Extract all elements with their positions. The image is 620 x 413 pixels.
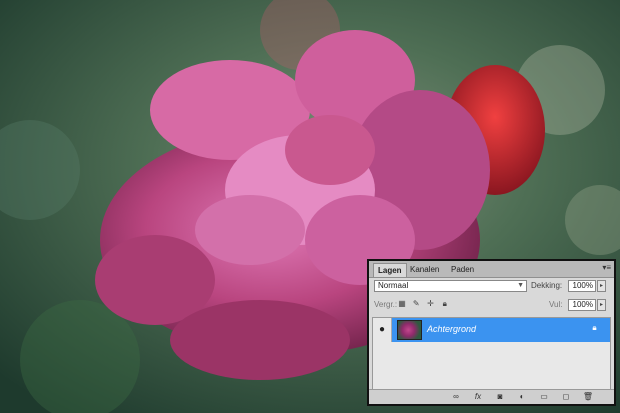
- layer-row[interactable]: ● Achtergrond 🔒︎: [373, 318, 610, 342]
- panel-menu-icon[interactable]: ▾≡: [602, 263, 611, 272]
- layer-name: Achtergrond: [427, 324, 477, 334]
- lock-move-icon[interactable]: ✛: [425, 299, 435, 309]
- fill-label: Vul:: [549, 300, 563, 309]
- lock-paint-icon[interactable]: ✎: [411, 299, 421, 309]
- opacity-label: Dekking:: [531, 281, 563, 290]
- tab-lagen[interactable]: Lagen: [373, 263, 407, 277]
- layers-panel: Lagen Kanalen Paden ▾≡ Normaal ▼ Dekking…: [367, 259, 616, 406]
- blend-mode-value: Normaal: [378, 281, 409, 290]
- blend-mode-select[interactable]: Normaal ▼: [374, 280, 527, 292]
- lock-icon: 🔒︎: [592, 323, 597, 332]
- tab-kanalen[interactable]: Kanalen: [406, 263, 443, 277]
- link-icon[interactable]: ∞: [449, 391, 463, 402]
- chevron-down-icon: ▼: [517, 282, 524, 289]
- layer-list: ● Achtergrond 🔒︎: [372, 317, 611, 390]
- layer-thumbnail: [397, 320, 422, 340]
- panel-footer: ∞ fx ◙ ◐ ▭ ◻ 🗑︎: [369, 389, 614, 404]
- opacity-slider-arrow-icon[interactable]: ▸: [597, 280, 606, 292]
- lock-all-icon[interactable]: 🔒︎: [440, 299, 450, 309]
- tab-paden[interactable]: Paden: [447, 263, 478, 277]
- folder-icon[interactable]: ▭: [537, 391, 551, 402]
- adjustment-icon[interactable]: ◐: [515, 391, 529, 402]
- new-layer-icon[interactable]: ◻: [559, 391, 573, 402]
- mask-icon[interactable]: ◙: [493, 391, 507, 402]
- lock-label: Vergr.:: [374, 300, 398, 309]
- trash-icon[interactable]: 🗑︎: [581, 391, 595, 402]
- lock-transparent-icon[interactable]: ▦: [397, 299, 407, 309]
- fx-icon[interactable]: fx: [471, 391, 485, 402]
- fill-slider-arrow-icon[interactable]: ▸: [597, 299, 606, 311]
- opacity-field[interactable]: 100%: [568, 280, 596, 292]
- panel-tabs: Lagen Kanalen Paden ▾≡: [369, 261, 614, 278]
- fill-field[interactable]: 100%: [568, 299, 596, 311]
- eye-icon[interactable]: ●: [373, 318, 392, 342]
